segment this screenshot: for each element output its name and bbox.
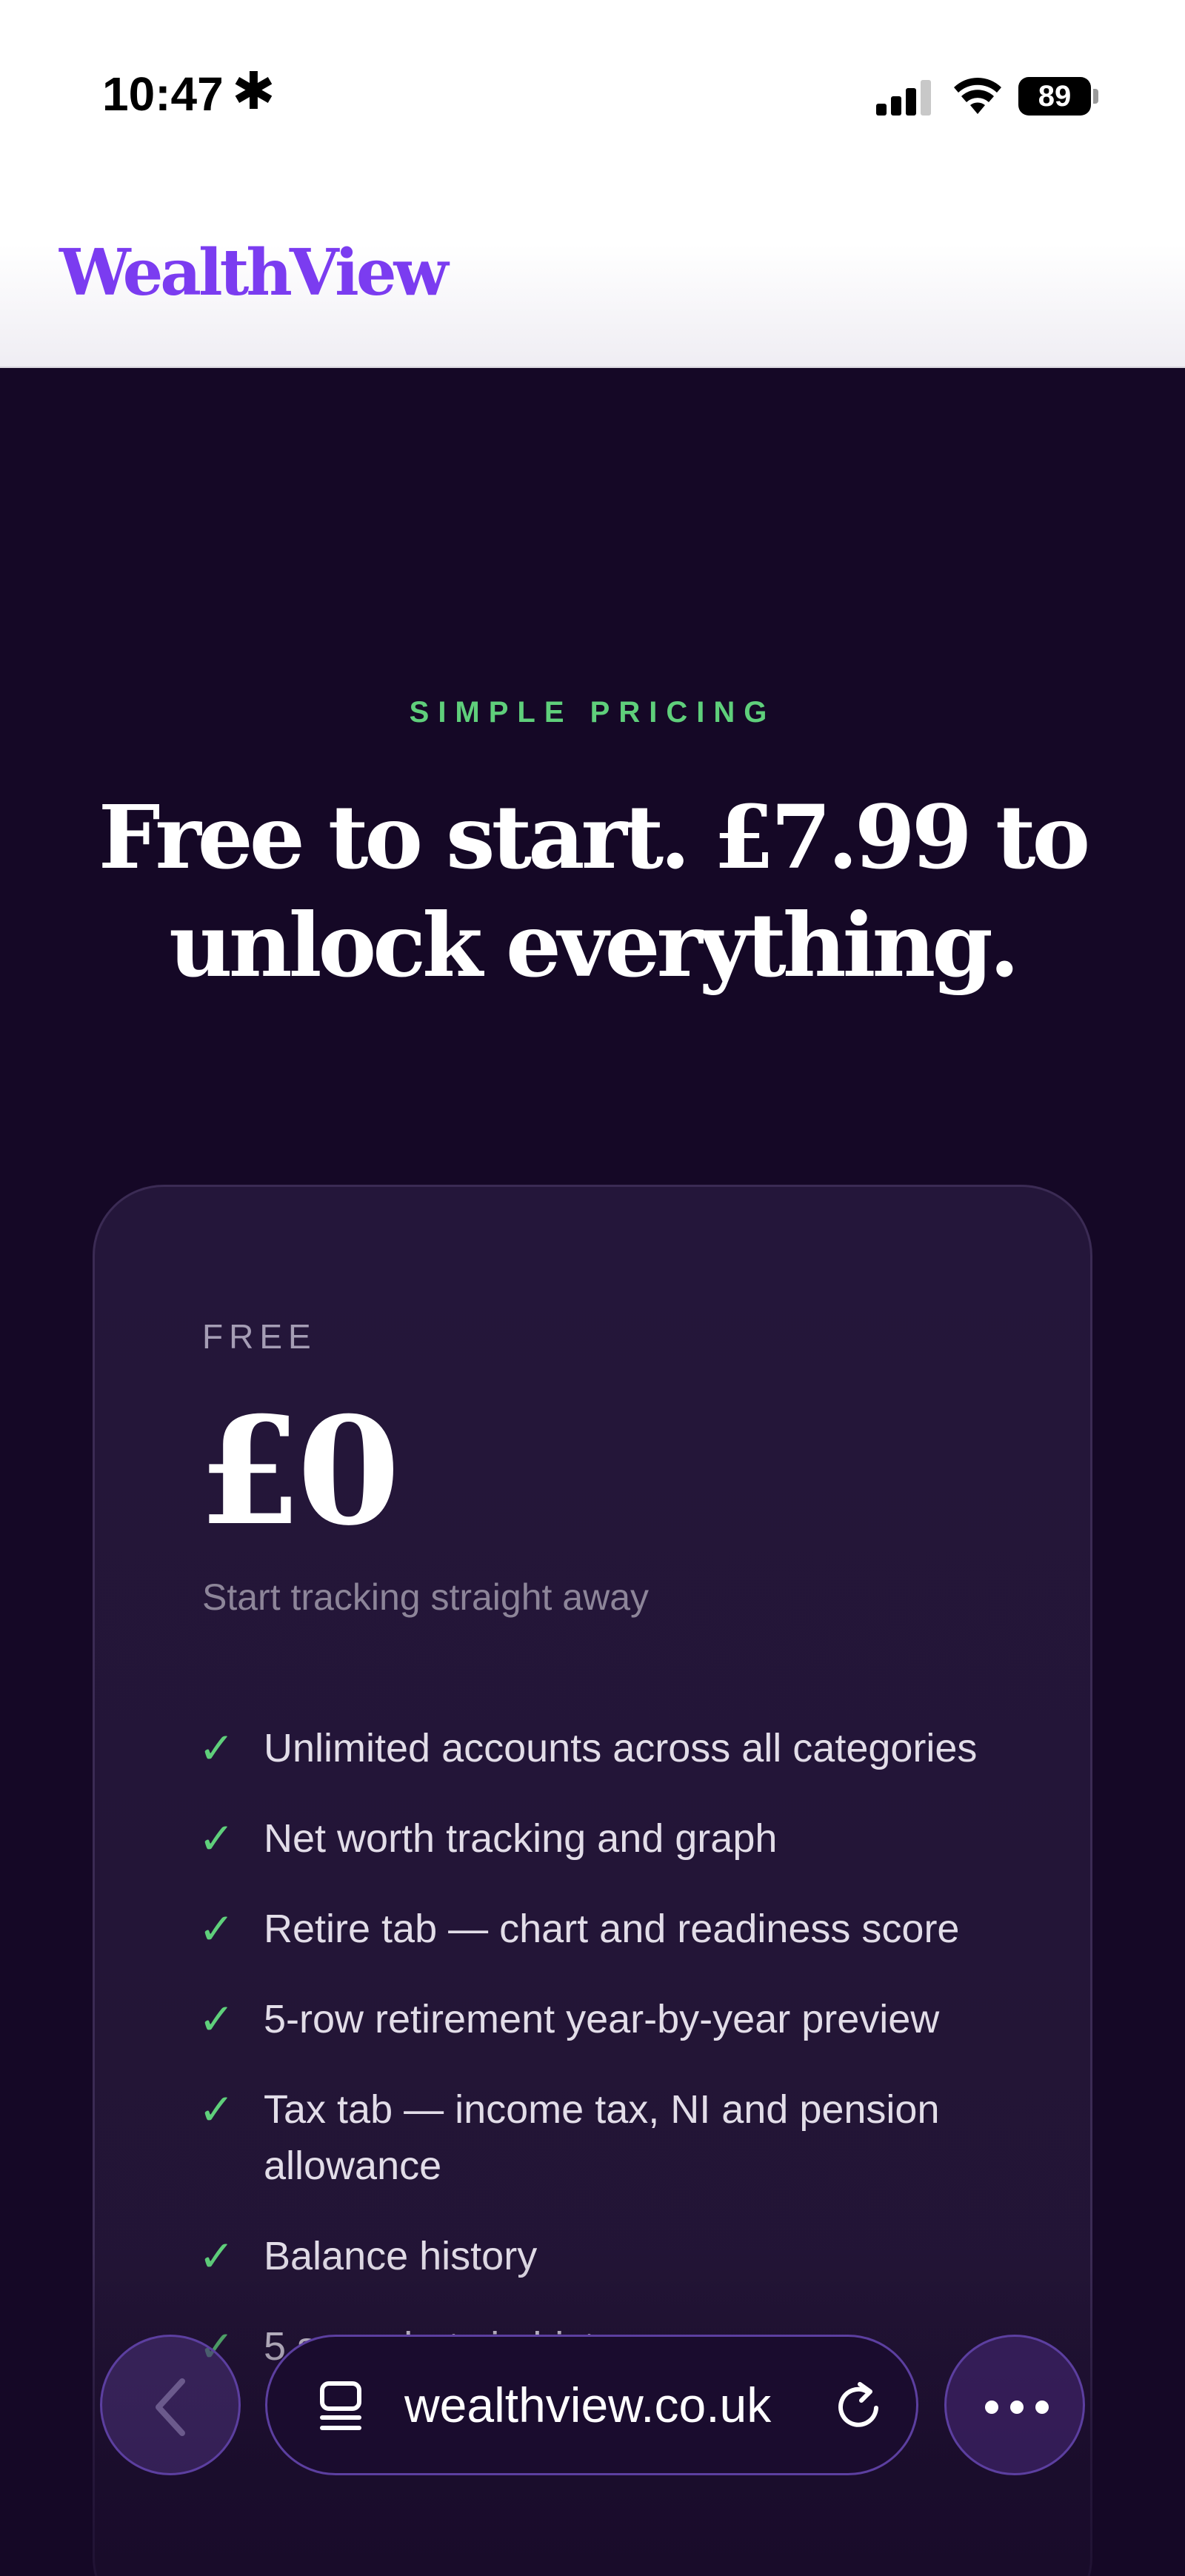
cellular-signal-icon bbox=[876, 80, 935, 116]
check-icon: ✓ bbox=[198, 2084, 235, 2135]
feature-text: Unlimited accounts across all categories bbox=[264, 1726, 978, 1770]
back-icon bbox=[156, 2378, 185, 2436]
feature-text: Tax tab — income tax, NI and pension all… bbox=[264, 2087, 940, 2188]
check-icon: ✓ bbox=[198, 1994, 235, 2044]
pricing-headline: Free to start. £7.99 to unlock everythin… bbox=[89, 783, 1096, 1000]
feature-item: ✓ Tax tab — income tax, NI and pension al… bbox=[198, 2081, 1043, 2194]
tabs-icon[interactable] bbox=[312, 2376, 370, 2434]
reload-icon[interactable] bbox=[830, 2378, 887, 2435]
asterisk-icon: ✱ bbox=[232, 61, 276, 121]
feature-item: ✓ Unlimited accounts across all categorie… bbox=[198, 1720, 1043, 1776]
more-options-button[interactable] bbox=[944, 2335, 1085, 2475]
site-header: 10:47 ✱ 89 WealthView bbox=[0, 0, 1185, 368]
headline-line-1: Free to start. £7.99 to bbox=[98, 786, 1090, 889]
logo-link[interactable]: WealthView bbox=[59, 235, 449, 310]
feature-text: Net worth tracking and graph bbox=[264, 1816, 778, 1861]
feature-text: 5-row retirement year-by-year preview bbox=[264, 1997, 940, 2041]
back-button[interactable] bbox=[100, 2335, 241, 2475]
url-text[interactable]: wealthview.co.uk bbox=[404, 2337, 771, 2473]
wifi-icon bbox=[954, 78, 1001, 114]
feature-item: ✓ Retire tab — chart and readiness score bbox=[198, 1901, 1043, 1957]
battery-tip bbox=[1093, 89, 1098, 104]
more-icon bbox=[985, 2401, 1049, 2414]
check-icon: ✓ bbox=[198, 2231, 235, 2281]
feature-item: ✓ 5-row retirement year-by-year preview bbox=[198, 1991, 1043, 2047]
status-time: 10:47 bbox=[102, 67, 224, 121]
address-bar[interactable]: wealthview.co.uk bbox=[265, 2335, 918, 2475]
plan-price: £0 bbox=[198, 1385, 400, 1559]
headline-line-2: unlock everything. bbox=[169, 894, 1020, 997]
feature-item: ✓ Net worth tracking and graph bbox=[198, 1810, 1043, 1867]
feature-text: Balance history bbox=[264, 2234, 538, 2278]
check-icon: ✓ bbox=[198, 1723, 235, 1773]
battery-indicator: 89 bbox=[1018, 77, 1091, 116]
feature-text: Retire tab — chart and readiness score bbox=[264, 1907, 960, 1951]
section-eyebrow: SIMPLE PRICING bbox=[409, 696, 776, 729]
feature-item: ✓ Balance history bbox=[198, 2228, 1043, 2284]
plan-name: FREE bbox=[202, 1317, 317, 1356]
check-icon: ✓ bbox=[198, 1813, 235, 1864]
check-icon: ✓ bbox=[198, 1904, 235, 1954]
plan-subtitle: Start tracking straight away bbox=[202, 1576, 650, 1618]
feature-list: ✓ Unlimited accounts across all categorie… bbox=[198, 1720, 1043, 2409]
